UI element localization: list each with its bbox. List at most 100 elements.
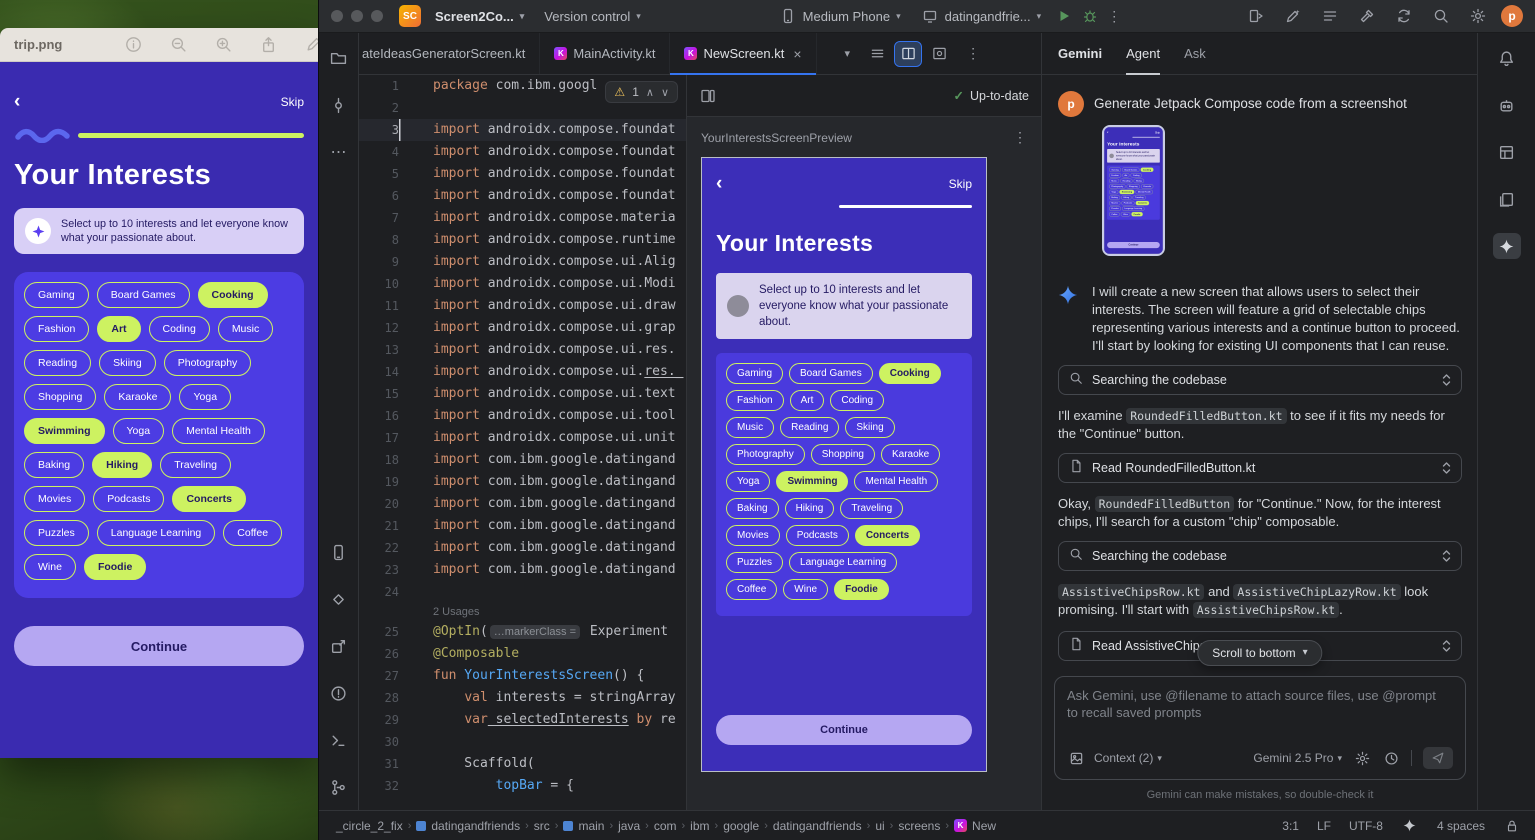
file-encoding[interactable]: UTF-8 <box>1349 819 1383 833</box>
ai-assist-icon[interactable] <box>1284 7 1302 25</box>
preview-layout-icon[interactable] <box>699 87 717 105</box>
close-tab-icon[interactable]: × <box>793 46 801 62</box>
resource-manager-icon[interactable] <box>1493 186 1521 212</box>
code-line[interactable]: 25@OptIn(…markerClass = Experiment <box>359 621 686 643</box>
breadcrumb-item[interactable]: _circle_2_fix <box>333 819 406 833</box>
code-line[interactable]: 24 <box>359 581 686 603</box>
split-view-button[interactable] <box>895 42 921 66</box>
code-line[interactable]: 3import androidx.compose.foundat <box>359 119 686 141</box>
vcs-selector[interactable]: Version control▾ <box>538 6 647 27</box>
lock-icon[interactable] <box>1503 817 1521 835</box>
code-line[interactable]: 27fun YourInterestsScreen() { <box>359 665 686 687</box>
gemini-input[interactable]: Ask Gemini, use @filename to attach sour… <box>1054 676 1466 780</box>
project-tool-icon[interactable] <box>325 45 353 71</box>
debug-button[interactable] <box>1081 7 1099 25</box>
history-icon[interactable] <box>1382 749 1400 767</box>
code-line[interactable]: 8import androidx.compose.runtime <box>359 229 686 251</box>
expand-step-icon[interactable] <box>1442 639 1451 653</box>
gemini-icon[interactable] <box>1493 233 1521 259</box>
code-line[interactable]: 10import androidx.compose.ui.Modi <box>359 273 686 295</box>
zoom-window-button[interactable] <box>371 10 383 22</box>
run-config-selector[interactable]: datingandfrie...▾ <box>915 4 1048 28</box>
code-line[interactable]: 18import com.ibm.google.datingand <box>359 449 686 471</box>
prompt-attachment-thumbnail[interactable]: ‹SkipYour InterestsSelect up to 10 inter… <box>1102 125 1165 256</box>
breadcrumb-item[interactable]: java <box>615 819 643 833</box>
agent-step[interactable]: Read RoundedFilledButton.kt <box>1058 453 1462 483</box>
studio-bot-icon[interactable] <box>1493 92 1521 118</box>
breadcrumb-item[interactable]: datingandfriends <box>413 819 523 833</box>
code-line[interactable]: 21import com.ibm.google.datingand <box>359 515 686 537</box>
terminal-icon[interactable] <box>325 727 353 753</box>
prev-problem-icon[interactable]: ∧ <box>646 86 654 99</box>
next-problem-icon[interactable]: ∨ <box>661 86 669 99</box>
breadcrumb-item[interactable]: google <box>720 819 762 833</box>
task-list-icon[interactable] <box>1321 7 1339 25</box>
code-line[interactable]: 26@Composable <box>359 643 686 665</box>
code-line[interactable]: 20import com.ibm.google.datingand <box>359 493 686 515</box>
code-line[interactable]: 9import androidx.compose.ui.Alig <box>359 251 686 273</box>
agent-step[interactable]: Searching the codebase <box>1058 365 1462 395</box>
gemini-tab-agent[interactable]: Agent <box>1126 33 1160 75</box>
ai-spark-icon[interactable] <box>1401 817 1419 835</box>
hidden-tabs-icon[interactable]: ▾ <box>845 47 851 60</box>
profiler-icon[interactable] <box>325 586 353 612</box>
settings-icon[interactable] <box>1469 7 1487 25</box>
project-selector[interactable]: Screen2Co...▾ <box>429 6 530 27</box>
agent-step[interactable]: Searching the codebase <box>1058 541 1462 571</box>
code-line[interactable]: 5import androidx.compose.foundat <box>359 163 686 185</box>
code-line[interactable]: 22import com.ibm.google.datingand <box>359 537 686 559</box>
code-line[interactable]: 4import androidx.compose.foundat <box>359 141 686 163</box>
more-actions-icon[interactable]: ⋮ <box>1107 8 1121 25</box>
breadcrumb-item[interactable]: src <box>531 819 553 833</box>
line-ending[interactable]: LF <box>1317 819 1331 833</box>
breadcrumb-item[interactable]: KNew <box>951 819 999 833</box>
code-line[interactable]: 6import androidx.compose.foundat <box>359 185 686 207</box>
model-selector[interactable]: Gemini 2.5 Pro▾ <box>1253 751 1342 765</box>
zoom-out-icon[interactable] <box>170 36 187 53</box>
user-avatar[interactable]: p <box>1501 5 1523 27</box>
tab-mainactivity-kt[interactable]: KMainActivity.kt <box>540 33 670 74</box>
breadcrumb-item[interactable]: ui <box>872 819 887 833</box>
breadcrumb-item[interactable]: ibm <box>687 819 712 833</box>
build-icon[interactable] <box>1358 7 1376 25</box>
app-inspection-icon[interactable] <box>325 633 353 659</box>
code-line[interactable]: 30 <box>359 731 686 753</box>
tab-ateideasgeneratorscreen-kt[interactable]: ateIdeasGeneratorScreen.kt <box>359 33 540 74</box>
code-line[interactable]: 14import androidx.compose.ui.res._ <box>359 361 686 383</box>
layout-inspector-icon[interactable] <box>1493 139 1521 165</box>
code-line[interactable]: 23import com.ibm.google.datingand <box>359 559 686 581</box>
code-editor[interactable]: 1package com.ibm.googl23import androidx.… <box>359 75 686 810</box>
close-window-button[interactable] <box>331 10 343 22</box>
search-everywhere-icon[interactable] <box>1432 7 1450 25</box>
expand-step-icon[interactable] <box>1442 461 1451 475</box>
problems-icon[interactable] <box>325 680 353 706</box>
code-line[interactable]: 28 val interests = stringArray <box>359 687 686 709</box>
run-button[interactable] <box>1055 7 1073 25</box>
preview-menu-icon[interactable]: ⋮ <box>1013 129 1027 146</box>
commit-tool-icon[interactable] <box>325 92 353 118</box>
breadcrumb-item[interactable]: main <box>560 819 607 833</box>
code-view-button[interactable] <box>864 42 890 66</box>
sync-project-icon[interactable] <box>1395 7 1413 25</box>
attach-context-icon[interactable] <box>1067 749 1085 767</box>
more-tool-windows-icon[interactable]: ⋯ <box>325 139 353 165</box>
minimize-window-button[interactable] <box>351 10 363 22</box>
indent-setting[interactable]: 4 spaces <box>1437 819 1485 833</box>
breadcrumb-item[interactable]: screens <box>895 819 943 833</box>
code-line[interactable]: 17import androidx.compose.ui.unit <box>359 427 686 449</box>
send-button[interactable] <box>1423 747 1453 769</box>
device-selector[interactable]: Medium Phone▾ <box>773 4 907 28</box>
code-line[interactable]: 19import com.ibm.google.datingand <box>359 471 686 493</box>
zoom-in-icon[interactable] <box>215 36 232 53</box>
code-line[interactable]: 12import androidx.compose.ui.grap <box>359 317 686 339</box>
share-icon[interactable] <box>260 36 277 53</box>
code-line[interactable]: 11import androidx.compose.ui.draw <box>359 295 686 317</box>
design-view-button[interactable] <box>926 42 952 66</box>
gemini-tab-ask[interactable]: Ask <box>1184 33 1206 75</box>
code-line[interactable]: 2 Usages <box>359 603 686 621</box>
expand-step-icon[interactable] <box>1442 373 1451 387</box>
tab-newscreen-kt[interactable]: KNewScreen.kt× <box>670 33 816 74</box>
code-line[interactable]: 15import androidx.compose.ui.text <box>359 383 686 405</box>
usages-hint[interactable]: 2 Usages <box>433 606 479 618</box>
device-mirroring-icon[interactable] <box>1247 7 1265 25</box>
